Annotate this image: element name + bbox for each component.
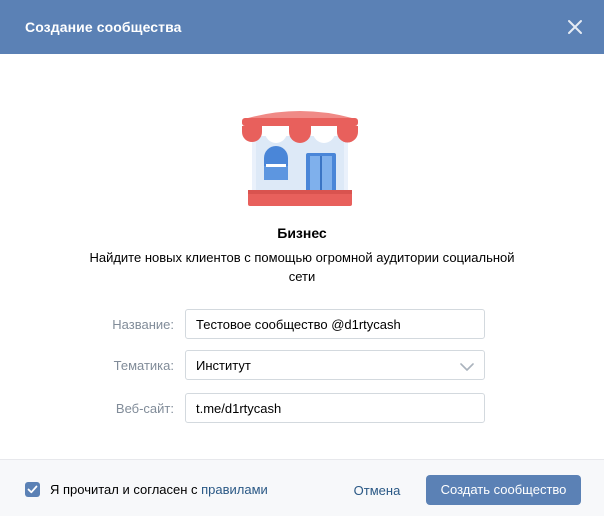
name-input[interactable]: Тестовое сообщество @d1rtycash <box>185 309 485 339</box>
agree-label: Я прочитал и согласен с <box>50 482 202 497</box>
agree-checkbox[interactable] <box>25 482 40 497</box>
community-type-heading: Бизнес <box>277 225 327 241</box>
website-value: t.me/d1rtycash <box>196 401 282 416</box>
website-label: Веб-сайт: <box>115 401 174 416</box>
chevron-down-icon <box>460 360 474 371</box>
create-community-button[interactable]: Создать сообщество <box>426 475 581 505</box>
topic-select[interactable]: Институт <box>185 350 485 380</box>
topic-row: Тематика: Институт <box>0 350 604 380</box>
name-value: Тестовое сообщество @d1rtycash <box>196 317 401 332</box>
shop-illustration <box>236 106 364 210</box>
website-input[interactable]: t.me/d1rtycash <box>185 393 485 423</box>
close-icon[interactable] <box>564 16 586 38</box>
dialog-title: Создание сообщества <box>25 19 182 35</box>
community-type-description: Найдите новых клиентов с помощью огромно… <box>89 250 515 284</box>
dialog-header: Создание сообщества <box>0 0 604 54</box>
agree-text: Я прочитал и согласен с правилами <box>50 482 268 497</box>
create-community-dialog: Создание сообщества Бизнес Найдите новых… <box>0 0 604 516</box>
website-row: Веб-сайт: t.me/d1rtycash <box>0 393 604 423</box>
rules-link[interactable]: правилами <box>201 482 268 497</box>
dialog-footer: Я прочитал и согласен с правилами Отмена… <box>0 459 604 516</box>
name-row: Название: Тестовое сообщество @d1rtycash <box>0 309 604 339</box>
name-label: Название: <box>112 317 174 332</box>
cancel-button[interactable]: Отмена <box>342 476 412 506</box>
check-icon <box>27 485 38 494</box>
topic-value: Институт <box>196 358 251 373</box>
topic-label: Тематика: <box>113 358 174 373</box>
